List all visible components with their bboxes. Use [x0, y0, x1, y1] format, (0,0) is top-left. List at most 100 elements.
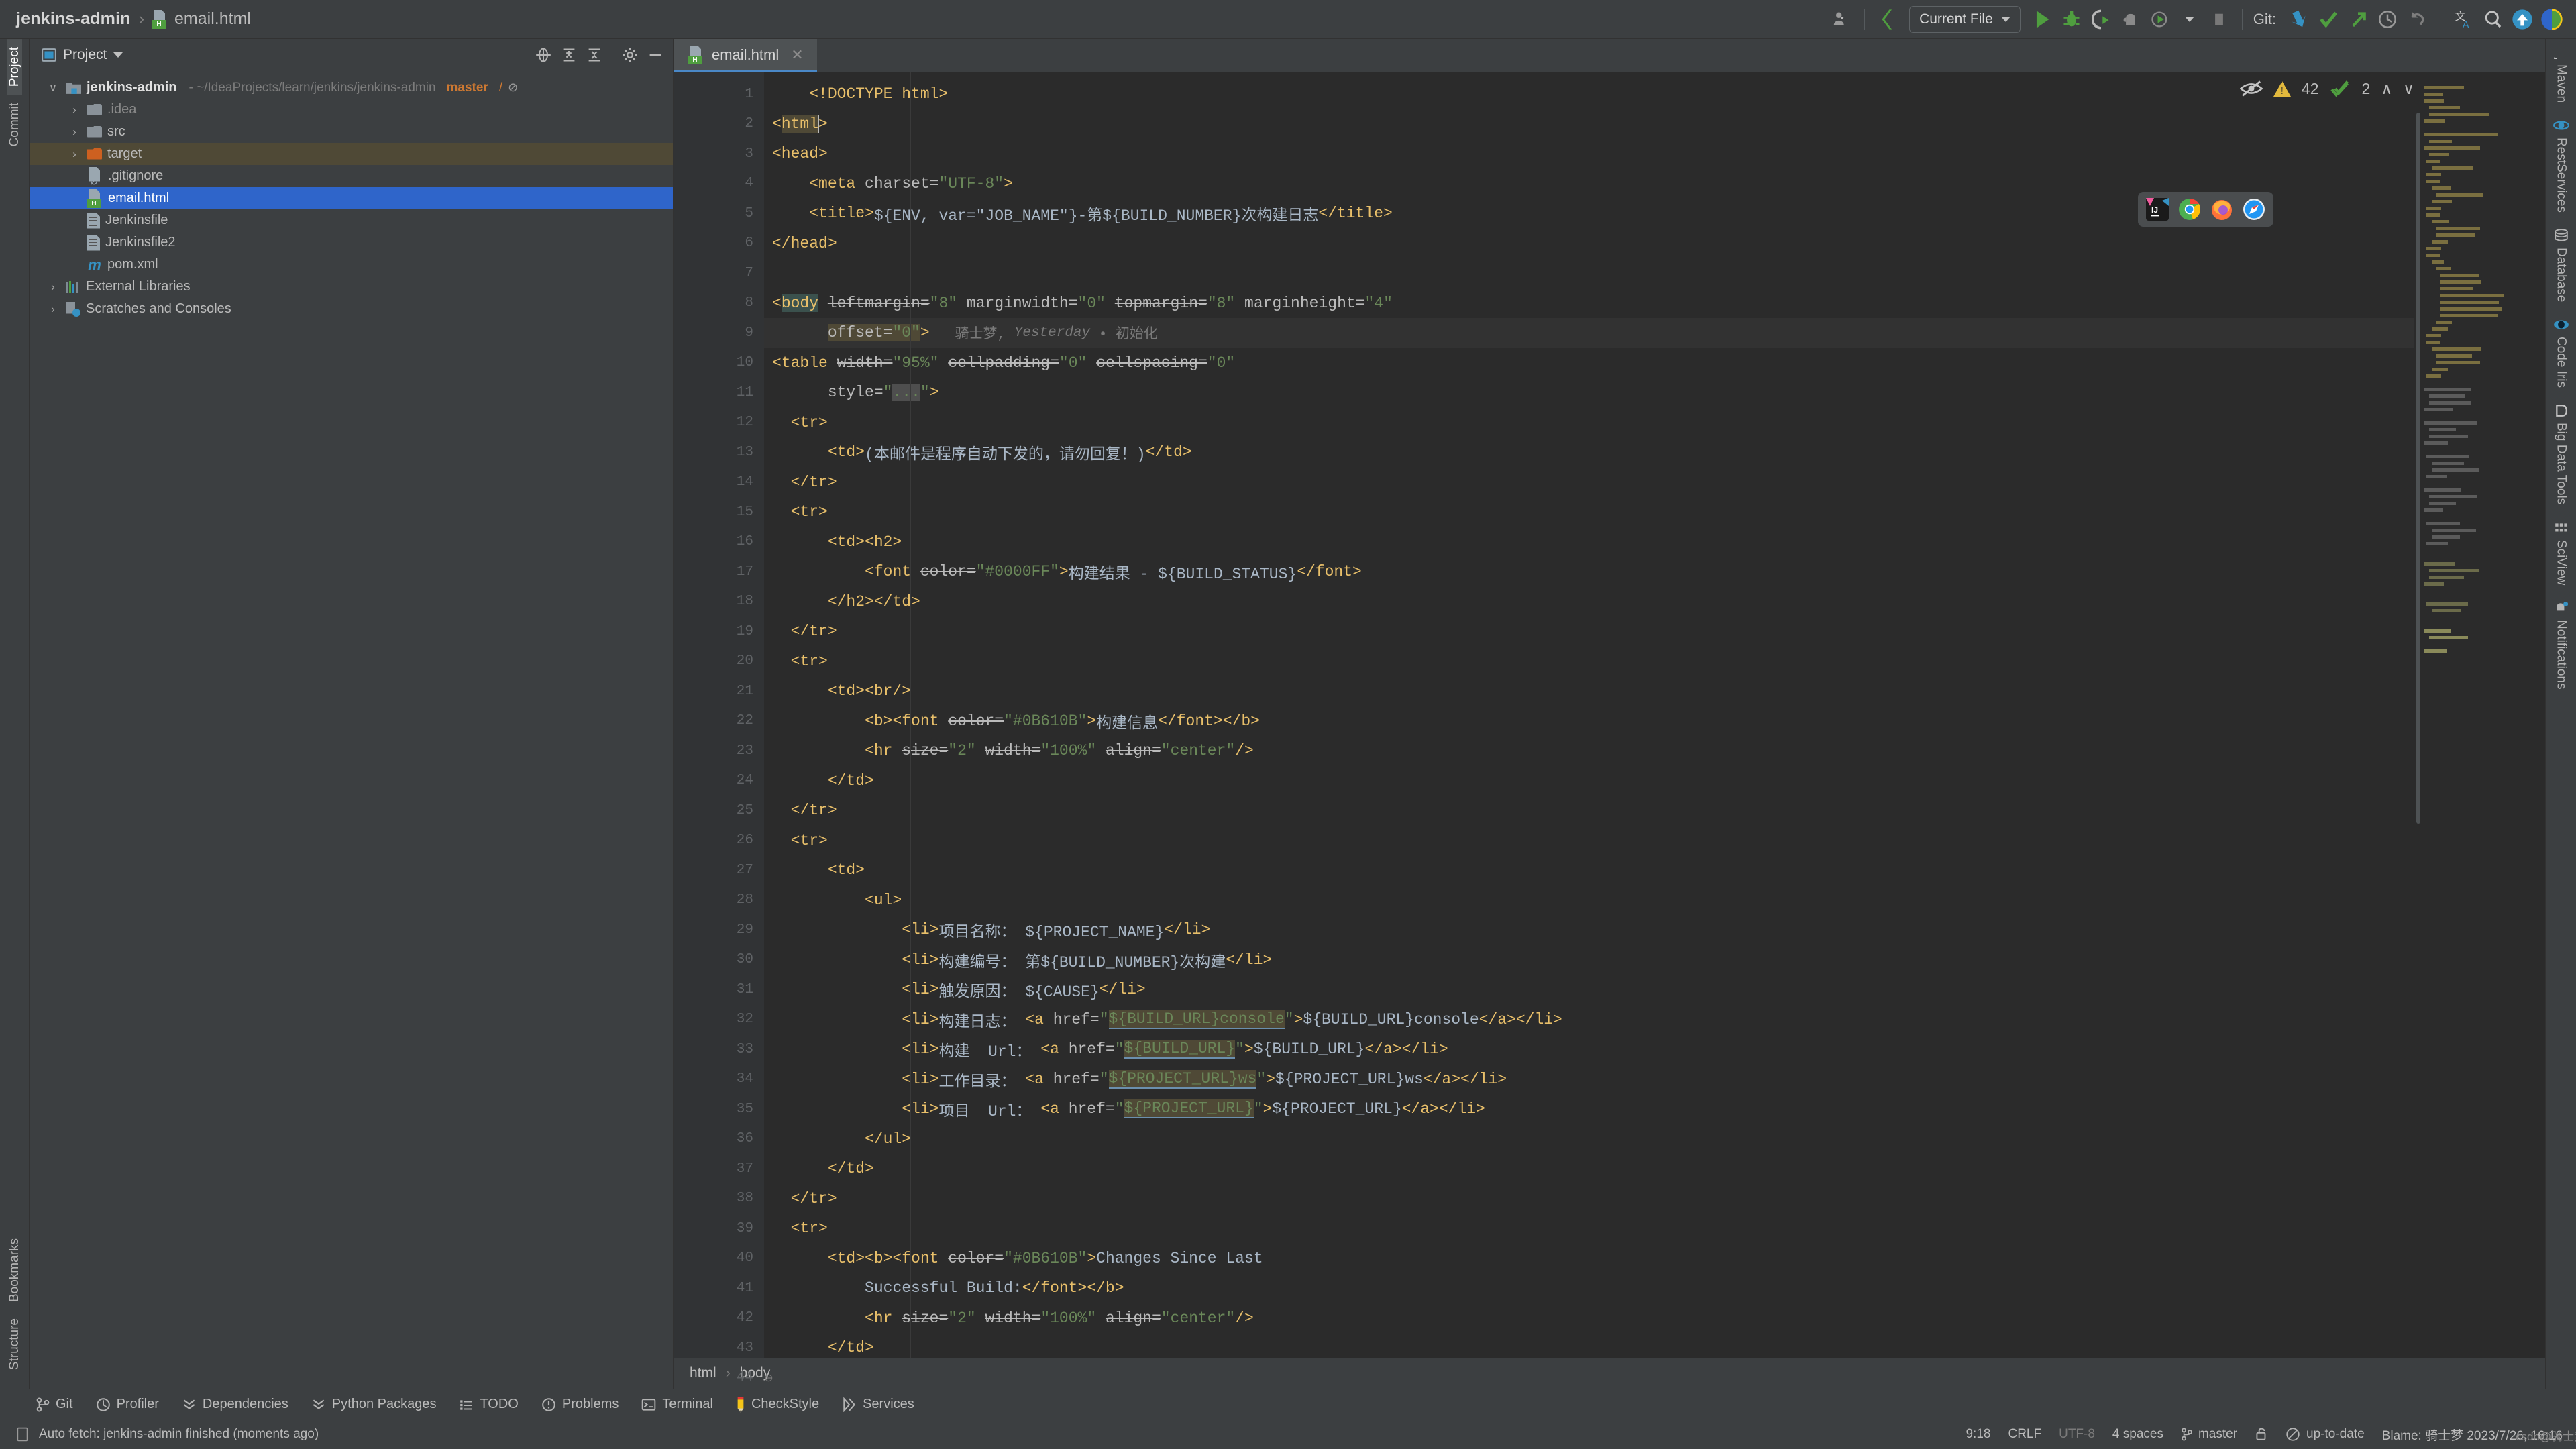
status-message-area[interactable]: Auto fetch: jenkins-admin finished (mome…: [16, 1427, 319, 1442]
bottom-tab-profiler[interactable]: Profiler: [96, 1397, 159, 1412]
code-line[interactable]: </td>: [764, 766, 2545, 796]
collapse-all-icon[interactable]: [586, 47, 602, 63]
editor-gutter[interactable]: 12⊖3⊖456⊖78⊖910⊖1112⊖1314⊖15⊖16⊖1718⊖19⊖…: [674, 72, 773, 1385]
ide-logo-icon[interactable]: [2537, 5, 2567, 34]
code-line[interactable]: <td><b><font color= "#0B610B" > Changes Sin…: [764, 1244, 2545, 1274]
inspection-widget[interactable]: 42 2 ∧ ∨: [2239, 79, 2414, 98]
code-line[interactable]: </td>: [764, 1333, 2545, 1358]
close-icon[interactable]: ✕: [791, 46, 803, 64]
code-line[interactable]: <b><font color= "#0B610B" > 构建信息 </font></b>: [764, 706, 2545, 737]
bottom-tab-problems[interactable]: Problems: [541, 1397, 619, 1412]
sidebar-item-bookmarks[interactable]: Bookmarks: [7, 1230, 22, 1310]
code-line[interactable]: style= "... " >: [764, 378, 2545, 408]
git-rollback-icon[interactable]: [2402, 5, 2432, 34]
code-fold-icon[interactable]: ⊖: [763, 1372, 775, 1385]
code-view[interactable]: <!DOCTYPE html> < html > <head> <meta charse…: [764, 72, 2545, 1358]
bottom-tab-checkstyle[interactable]: CheckStyle: [736, 1396, 819, 1413]
safari-icon[interactable]: [2243, 198, 2265, 221]
sidebar-item-structure[interactable]: Structure: [7, 1310, 22, 1378]
code-line[interactable]: <tr>: [764, 1214, 2545, 1244]
sidebar-item-code-iris[interactable]: Code Iris: [2553, 310, 2569, 396]
run-icon[interactable]: [2027, 5, 2057, 34]
code-line[interactable]: offset= "0" > 骑士梦, Yesterday • 初始化: [764, 318, 2545, 348]
code-line[interactable]: </tr>: [764, 468, 2545, 498]
breadcrumb-file[interactable]: email.html: [174, 9, 251, 29]
profile-icon[interactable]: [2116, 5, 2145, 34]
code-line[interactable]: </head>: [764, 229, 2545, 259]
bottom-tab-todo[interactable]: TODO: [459, 1397, 519, 1412]
code-line[interactable]: <li> 工作目录： <a href= " ${PROJECT_URL}ws " > ${P…: [764, 1065, 2545, 1095]
sidebar-item-database[interactable]: Database: [2554, 221, 2569, 310]
browser-preview-bar[interactable]: IJ: [2138, 192, 2273, 227]
code-line[interactable]: <li> 触发原因： ${CAUSE} </li>: [764, 975, 2545, 1005]
code-line[interactable]: < body leftmargin= "8" marginwidth= "0" top…: [764, 288, 2545, 319]
code-line[interactable]: </tr>: [764, 796, 2545, 826]
notification-icon[interactable]: [16, 1427, 30, 1442]
tree-row-jenkinsfile[interactable]: Jenkinsfile: [30, 209, 673, 231]
chevron-down-icon[interactable]: [2175, 5, 2204, 34]
vcs-status-widget[interactable]: up-to-date: [2286, 1427, 2365, 1442]
code-line[interactable]: <tr>: [764, 826, 2545, 856]
tree-row-jenkinsfile2[interactable]: Jenkinsfile2: [30, 231, 673, 254]
tree-row-scratches-and-consoles[interactable]: › Scratches and Consoles: [30, 298, 673, 320]
bottom-tab-dependencies[interactable]: Dependencies: [182, 1397, 288, 1412]
next-problem-icon[interactable]: ∨: [2403, 80, 2414, 98]
code-line[interactable]: <hr size= "2" width= "100%" align= "center"…: [764, 736, 2545, 766]
code-line[interactable]: <head>: [764, 139, 2545, 169]
settings-gear-icon[interactable]: [622, 47, 638, 63]
chevron-right-icon[interactable]: ›: [67, 148, 82, 161]
code-line[interactable]: <li> 构建编号： 第${BUILD_NUMBER}次构建 </li>: [764, 945, 2545, 975]
sidebar-item-notifications[interactable]: Notifications: [2554, 593, 2569, 698]
sidebar-item-commit[interactable]: Commit: [7, 95, 22, 154]
code-line[interactable]: <td> (本邮件是程序自动下发的，请勿回复！) </td>: [764, 437, 2545, 468]
minimap-scrollbar[interactable]: [2416, 113, 2420, 824]
translate-icon[interactable]: 文A: [2449, 5, 2478, 34]
sidebar-item-restservices[interactable]: RestServices: [2553, 111, 2569, 221]
user-avatar-icon[interactable]: [1827, 5, 1856, 34]
project-tree[interactable]: ∨ jenkins-admin - ~/IdeaProjects/learn/j…: [30, 71, 673, 1389]
code-line[interactable]: <li> 项目 Url： <a href= " ${PROJECT_URL} " > ${P…: [764, 1094, 2545, 1124]
code-line[interactable]: [764, 258, 2545, 288]
search-everywhere-icon[interactable]: [2478, 5, 2508, 34]
tree-row-target[interactable]: › target: [30, 143, 673, 165]
code-line[interactable]: <tr>: [764, 497, 2545, 527]
code-line[interactable]: <li> 构建 Url： <a href= " ${BUILD_URL} " > ${BUI…: [764, 1034, 2545, 1065]
bottom-tab-python-packages[interactable]: Python Packages: [311, 1397, 436, 1412]
code-line[interactable]: < html >: [764, 109, 2545, 140]
tree-row-idea[interactable]: › .idea: [30, 99, 673, 121]
tree-row-email-html[interactable]: H email.html: [30, 187, 673, 209]
sidebar-item-big-data-tools[interactable]: Big Data Tools: [2554, 396, 2569, 513]
code-line[interactable]: <meta charset= "UTF-8" >: [764, 169, 2545, 199]
code-line[interactable]: <font color= "#0000FF" > 构建结果 - ${BUILD_STA…: [764, 557, 2545, 587]
run-configuration-selector[interactable]: Current File: [1909, 5, 2021, 33]
inspection-off-icon[interactable]: [2239, 79, 2263, 98]
tree-row-gitignore[interactable]: ∅ .gitignore: [30, 165, 673, 187]
updates-icon[interactable]: [2508, 5, 2537, 34]
tree-row-external-libraries[interactable]: › External Libraries: [30, 276, 673, 298]
file-encoding[interactable]: UTF-8: [2059, 1427, 2095, 1442]
locate-icon[interactable]: [535, 47, 551, 63]
code-line[interactable]: </h2></td>: [764, 587, 2545, 617]
expand-all-icon[interactable]: [561, 47, 577, 63]
unlock-icon[interactable]: [2255, 1427, 2268, 1442]
blame-widget[interactable]: Blame: 骑士梦 2023/7/26, 16:16 csdn@骑士梦 八: [2382, 1426, 2576, 1444]
run-with-icon[interactable]: [2145, 5, 2175, 34]
code-line[interactable]: </ul>: [764, 1124, 2545, 1155]
git-update-icon[interactable]: [2284, 5, 2314, 34]
code-line[interactable]: <li> 构建日志： <a href= " ${BUILD_URL}console " >…: [764, 1005, 2545, 1035]
code-line[interactable]: </tr>: [764, 1184, 2545, 1214]
caret-position[interactable]: 9:18: [1966, 1427, 1990, 1442]
run-coverage-icon[interactable]: [2086, 5, 2116, 34]
hide-icon[interactable]: [647, 47, 663, 63]
code-line[interactable]: </tr>: [764, 616, 2545, 647]
bottom-tab-terminal[interactable]: Terminal: [641, 1397, 713, 1412]
sidebar-item-sciview[interactable]: SciView: [2554, 513, 2569, 593]
code-line[interactable]: <td><h2>: [764, 527, 2545, 557]
chevron-right-icon[interactable]: ›: [46, 303, 60, 316]
code-line[interactable]: Successful Build: </font></b>: [764, 1273, 2545, 1303]
breadcrumb-project[interactable]: jenkins-admin: [16, 9, 131, 29]
code-line[interactable]: <title> ${ENV, var="JOB_NAME"}-第${BUILD_N…: [764, 199, 2545, 229]
code-line[interactable]: <li> 项目名称： ${PROJECT_NAME} </li>: [764, 915, 2545, 945]
prev-problem-icon[interactable]: ∧: [2381, 80, 2392, 98]
git-branch-widget[interactable]: master: [2181, 1427, 2237, 1442]
